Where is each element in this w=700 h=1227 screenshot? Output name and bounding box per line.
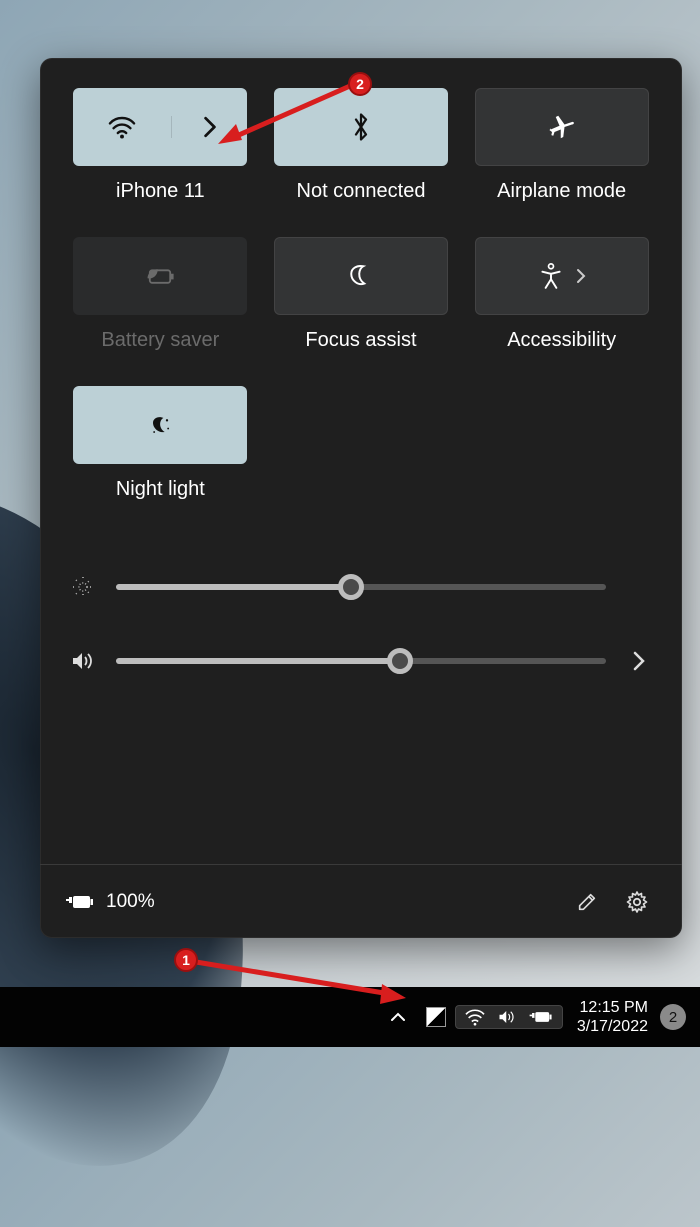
focus-assist-tile[interactable] — [274, 237, 448, 315]
brightness-icon — [68, 575, 98, 599]
volume-icon — [68, 649, 98, 673]
airplane-tile-wrap: Airplane mode — [469, 88, 654, 227]
sliders-section — [40, 535, 682, 713]
chevron-right-icon — [633, 651, 645, 671]
bluetooth-tile-wrap: Not connected — [269, 88, 454, 227]
night-light-tile[interactable] — [73, 386, 247, 464]
airplane-icon — [547, 112, 577, 142]
taskbar: 12:15 PM 3/17/2022 2 — [0, 987, 700, 1047]
accessibility-tile[interactable] — [475, 237, 649, 315]
airplane-label: Airplane mode — [497, 180, 626, 203]
accessibility-label: Accessibility — [507, 329, 616, 352]
gear-icon — [625, 890, 649, 914]
focus-assist-tile-wrap: Focus assist — [269, 237, 454, 376]
pencil-icon — [576, 891, 598, 913]
wifi-expand-button[interactable] — [171, 116, 248, 138]
night-light-tile-wrap: Night light — [68, 386, 253, 525]
moon-icon — [348, 263, 374, 289]
system-tray: 12:15 PM 3/17/2022 2 — [379, 994, 686, 1040]
tray-overflow-button[interactable] — [379, 994, 417, 1040]
volume-slider-row — [68, 649, 654, 673]
focus-assist-label: Focus assist — [305, 329, 416, 352]
night-light-label: Night light — [116, 478, 205, 501]
settings-button[interactable] — [616, 881, 658, 923]
edit-button[interactable] — [566, 881, 608, 923]
brightness-slider-row — [68, 575, 654, 599]
plug-battery-icon — [528, 1008, 554, 1026]
quick-settings-tray-button[interactable] — [455, 1005, 563, 1029]
wifi-toggle[interactable] — [73, 115, 170, 139]
contrast-icon — [426, 1007, 446, 1027]
plug-battery-icon — [64, 891, 96, 913]
accessibility-icon — [538, 262, 564, 290]
chevron-up-icon — [390, 1011, 406, 1023]
bluetooth-tile[interactable] — [274, 88, 448, 166]
wifi-icon — [107, 115, 137, 139]
battery-status[interactable]: 100% — [64, 891, 155, 913]
battery-leaf-icon — [143, 264, 177, 288]
wifi-tile-wrap: iPhone 11 — [68, 88, 253, 227]
volume-expand-button[interactable] — [624, 651, 654, 671]
annotation-badge-1: 1 — [174, 948, 198, 972]
battery-saver-tile — [73, 237, 247, 315]
accessibility-tile-wrap: Accessibility — [469, 237, 654, 376]
airplane-tile[interactable] — [475, 88, 649, 166]
quick-settings-panel: iPhone 11 Not connected Airplane mode Ba… — [40, 58, 682, 938]
wifi-tile[interactable] — [73, 88, 247, 166]
wifi-label: iPhone 11 — [116, 180, 205, 203]
wifi-icon — [464, 1008, 486, 1026]
annotation-badge-2: 2 — [348, 72, 372, 96]
battery-text: 100% — [106, 891, 155, 913]
panel-footer: 100% — [40, 864, 682, 938]
volume-fill — [116, 658, 400, 664]
taskbar-clock[interactable]: 12:15 PM 3/17/2022 — [577, 998, 648, 1036]
bluetooth-label: Not connected — [297, 180, 426, 203]
bluetooth-icon — [351, 112, 371, 142]
brightness-thumb[interactable] — [338, 574, 364, 600]
volume-icon — [496, 1008, 518, 1026]
night-icon — [146, 411, 174, 439]
battery-saver-tile-wrap: Battery saver — [68, 237, 253, 376]
taskbar-time: 12:15 PM — [577, 998, 648, 1017]
taskbar-date: 3/17/2022 — [577, 1017, 648, 1036]
tray-app-icon[interactable] — [417, 994, 455, 1040]
brightness-fill — [116, 584, 351, 590]
chevron-right-icon — [203, 116, 217, 138]
notification-count-badge[interactable]: 2 — [660, 1004, 686, 1030]
battery-saver-label: Battery saver — [101, 329, 219, 352]
volume-thumb[interactable] — [387, 648, 413, 674]
brightness-slider[interactable] — [116, 584, 606, 590]
chevron-right-icon — [576, 268, 586, 284]
tiles-grid: iPhone 11 Not connected Airplane mode Ba… — [40, 58, 682, 535]
volume-slider[interactable] — [116, 658, 606, 664]
